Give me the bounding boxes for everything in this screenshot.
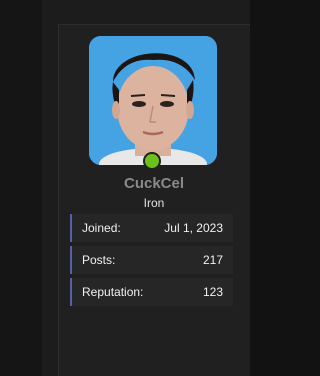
avatar[interactable] <box>89 36 217 165</box>
avatar-portrait <box>89 36 217 165</box>
stat-value: 123 <box>202 285 223 299</box>
stat-value: 217 <box>202 253 223 267</box>
stat-label: Reputation: <box>82 285 144 299</box>
stat-label: Posts: <box>82 253 116 267</box>
user-rank: Iron <box>143 196 165 210</box>
avatar-image <box>89 36 217 165</box>
stat-joined: Joined: Jul 1, 2023 <box>70 214 233 242</box>
stat-reputation: Reputation: 123 <box>70 278 233 306</box>
left-gutter <box>0 0 42 376</box>
stat-value: Jul 1, 2023 <box>164 221 223 235</box>
username[interactable]: CuckCel <box>58 175 250 192</box>
stat-label: Joined: <box>82 221 121 235</box>
online-status-indicator <box>143 152 161 170</box>
stat-posts: Posts: 217 <box>70 246 233 274</box>
